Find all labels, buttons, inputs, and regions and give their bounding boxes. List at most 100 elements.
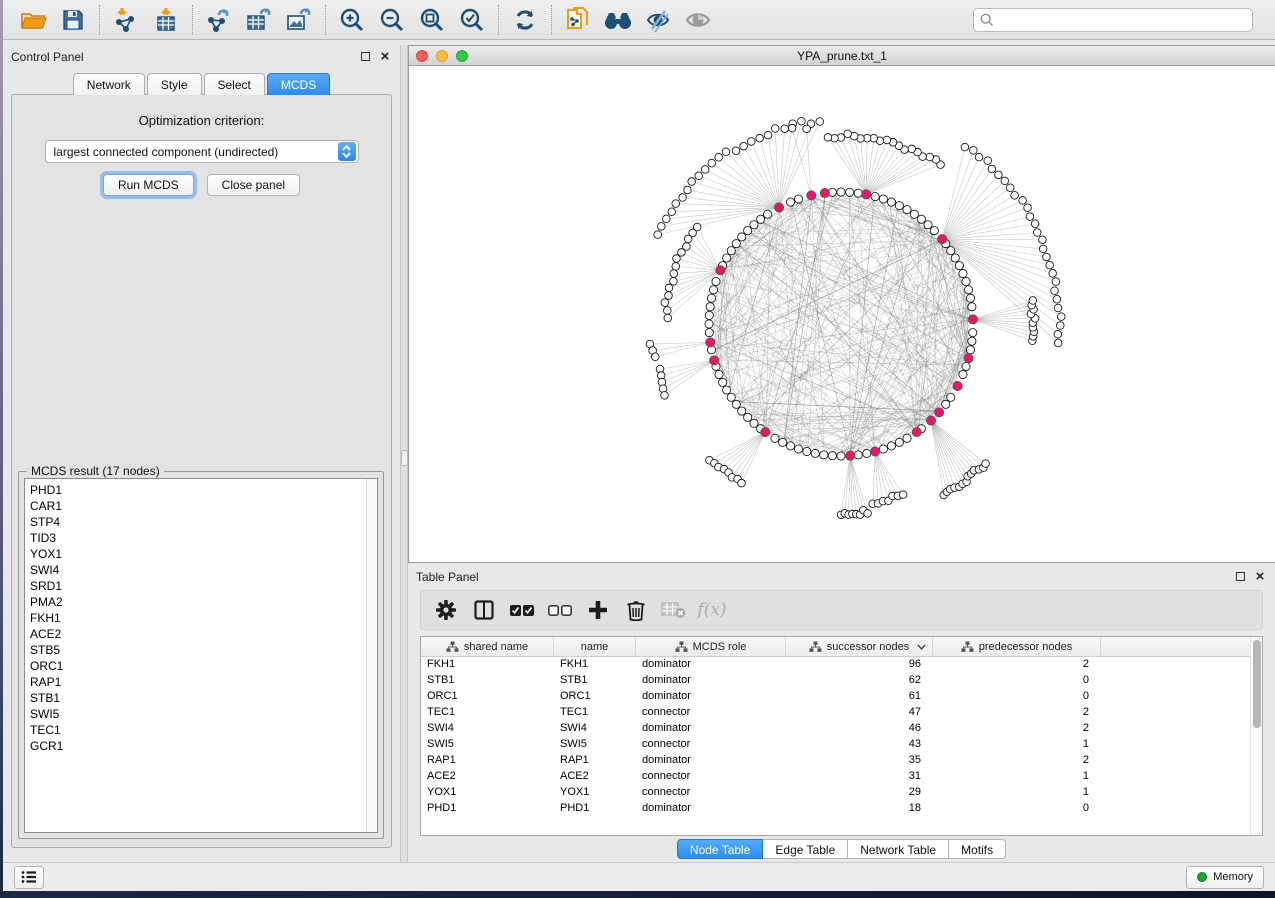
table-cell[interactable]: dominator [636,689,786,705]
table-cell[interactable] [1101,737,1250,753]
table-cell[interactable]: 43 [786,737,933,753]
table-cell[interactable]: TEC1 [554,705,636,721]
network-window-titlebar[interactable]: YPA_prune.txt_1 [409,46,1275,66]
result-node-item[interactable]: ORC1 [30,658,366,674]
table-row[interactable]: ORC1ORC1dominator610 [421,689,1250,705]
table-cell[interactable]: ACE2 [421,769,554,785]
clone-network-button[interactable] [558,3,598,37]
table-row[interactable]: FKH1FKH1dominator962 [421,657,1250,673]
table-cell[interactable]: FKH1 [554,657,636,673]
table-cell[interactable]: ORC1 [554,689,636,705]
table-cell[interactable] [1101,721,1250,737]
table-cell[interactable]: 2 [933,721,1101,737]
float-panel-button[interactable] [358,50,372,64]
search-network-button[interactable] [598,3,638,37]
table-cell[interactable]: 2 [933,657,1101,673]
table-cell[interactable]: ACE2 [554,769,636,785]
table-cell[interactable]: PHD1 [421,801,554,817]
result-node-item[interactable]: TEC1 [30,722,366,738]
result-node-item[interactable]: STP4 [30,514,366,530]
show-graphics-button[interactable] [678,3,718,37]
table-cell[interactable]: FKH1 [421,657,554,673]
table-cell[interactable]: dominator [636,657,786,673]
table-cell[interactable]: SWI5 [421,737,554,753]
column-header-predecessor-nodes[interactable]: predecessor nodes [933,637,1101,656]
table-row[interactable]: YOX1YOX1connector291 [421,785,1250,801]
table-cell[interactable]: 62 [786,673,933,689]
result-node-item[interactable]: CAR1 [30,498,366,514]
zoom-fit-button[interactable] [412,3,452,37]
tab-network-table[interactable]: Network Table [848,839,949,859]
table-cell[interactable]: SWI4 [421,721,554,737]
table-cell[interactable]: 61 [786,689,933,705]
table-settings-button[interactable] [429,594,463,626]
tab-edge-table[interactable]: Edge Table [763,839,848,859]
table-cell[interactable]: STB1 [554,673,636,689]
column-header-shared-name[interactable]: shared name [421,637,554,656]
memory-button[interactable]: Memory [1186,866,1264,889]
table-cell[interactable]: SWI5 [554,737,636,753]
table-row[interactable]: ACE2ACE2connector311 [421,769,1250,785]
table-cell[interactable]: 2 [933,705,1101,721]
result-node-item[interactable]: RAP1 [30,674,366,690]
function-builder-button[interactable]: f(x) [695,594,729,626]
table-cell[interactable]: ORC1 [421,689,554,705]
table-cell[interactable]: PHD1 [554,801,636,817]
table-cell[interactable]: 1 [933,769,1101,785]
zoom-out-button[interactable] [372,3,412,37]
result-node-item[interactable]: TID3 [30,530,366,546]
result-node-item[interactable]: STB1 [30,690,366,706]
table-cell[interactable] [1101,673,1250,689]
export-table-button[interactable] [239,3,279,37]
column-header-MCDS-role[interactable]: MCDS role [636,637,786,656]
table-cell[interactable]: 47 [786,705,933,721]
table-cell[interactable]: 1 [933,785,1101,801]
table-cell[interactable]: dominator [636,753,786,769]
table-cell[interactable]: 18 [786,801,933,817]
table-cell[interactable]: connector [636,705,786,721]
select-all-button[interactable] [505,594,539,626]
table-cell[interactable] [1101,769,1250,785]
result-node-item[interactable]: SWI5 [30,706,366,722]
table-cell[interactable]: RAP1 [421,753,554,769]
table-cell[interactable]: 0 [933,673,1101,689]
hide-labels-button[interactable] [638,3,678,37]
table-cell[interactable]: 96 [786,657,933,673]
table-cell[interactable] [1101,785,1250,801]
tab-style[interactable]: Style [147,73,202,95]
result-node-item[interactable]: GCR1 [30,738,366,754]
tab-mcds[interactable]: MCDS [267,73,330,95]
table-cell[interactable]: 35 [786,753,933,769]
delete-button[interactable] [619,594,653,626]
export-image-button[interactable] [279,3,319,37]
deselect-all-button[interactable] [543,594,577,626]
tab-select[interactable]: Select [204,73,265,95]
table-cell[interactable]: YOX1 [421,785,554,801]
tab-node-table[interactable]: Node Table [677,839,764,859]
zoom-in-button[interactable] [332,3,372,37]
search-field[interactable] [973,8,1253,32]
table-row[interactable]: TEC1TEC1connector472 [421,705,1250,721]
tab-motifs[interactable]: Motifs [949,839,1006,859]
table-cell[interactable]: 46 [786,721,933,737]
network-canvas[interactable] [409,66,1275,562]
panel-splitter[interactable] [400,45,408,862]
table-cell[interactable]: dominator [636,673,786,689]
refresh-button[interactable] [505,3,545,37]
float-table-panel-button[interactable] [1233,570,1247,584]
show-panels-button[interactable] [14,866,44,889]
table-cell[interactable] [1101,705,1250,721]
table-row[interactable]: STB1STB1dominator620 [421,673,1250,689]
search-input[interactable] [999,13,1246,27]
table-cell[interactable] [1101,801,1250,817]
tab-network[interactable]: Network [73,73,145,95]
table-cell[interactable]: SWI4 [554,721,636,737]
table-cell[interactable] [1101,657,1250,673]
table-cell[interactable]: STB1 [421,673,554,689]
open-file-button[interactable] [13,3,53,37]
table-row[interactable]: SWI5SWI5connector431 [421,737,1250,753]
close-table-panel-button[interactable]: × [1253,570,1267,584]
import-network-button[interactable] [106,3,146,37]
table-row[interactable]: SWI4SWI4dominator462 [421,721,1250,737]
import-table-button[interactable] [146,3,186,37]
